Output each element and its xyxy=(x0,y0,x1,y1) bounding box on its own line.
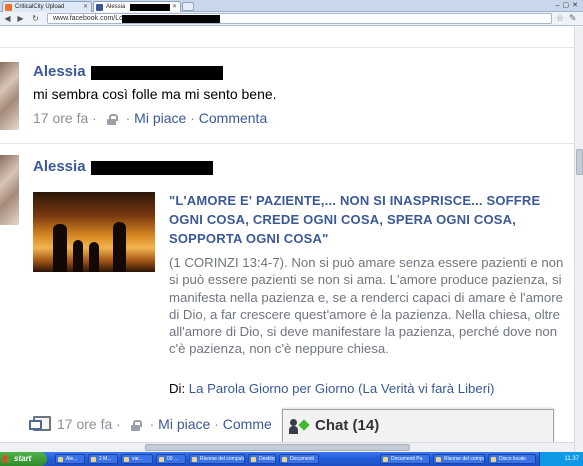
facebook-favicon-icon xyxy=(96,4,103,11)
start-button[interactable]: start xyxy=(0,452,47,466)
clock[interactable]: 11.37 xyxy=(564,456,579,462)
attachment-source: Di: La Parola Giorno per Giorno (La Veri… xyxy=(169,381,494,396)
taskbar-item[interactable]: Ale... xyxy=(55,454,85,464)
meta-separator: · xyxy=(112,416,125,432)
address-bar[interactable]: www.facebook.com/LoS xyxy=(47,13,552,24)
taskbar-item[interactable]: Documenti Pa xyxy=(380,454,430,464)
start-label: start xyxy=(14,454,32,463)
new-tab-button[interactable] xyxy=(182,2,194,11)
divider xyxy=(0,143,574,144)
redaction-bar xyxy=(91,161,213,175)
post-time[interactable]: 17 ore fa xyxy=(33,110,88,126)
reload-icon[interactable]: ↻ xyxy=(30,13,41,24)
vertical-scrollbar[interactable] xyxy=(574,27,583,452)
tab-criticalcity[interactable]: CriticalCity Upload ✕ xyxy=(2,1,92,12)
chat-status-icon xyxy=(289,419,310,435)
shared-link-icon xyxy=(29,416,51,431)
silhouette xyxy=(73,240,83,272)
silhouette xyxy=(89,242,99,272)
chat-label[interactable]: Chat (14) xyxy=(315,417,379,434)
taskbar-item[interactable]: 2 M... xyxy=(88,454,118,464)
meta-separator: · xyxy=(186,110,199,126)
like-link[interactable]: Mi piace xyxy=(158,416,210,432)
post-time[interactable]: 17 ore fa xyxy=(57,416,112,432)
taskbar-item[interactable]: Desktop xyxy=(248,454,276,464)
taskbar-item[interactable]: Risorse del computer xyxy=(433,454,485,464)
chat-title: Chat xyxy=(315,417,349,434)
post-author[interactable]: Alessia xyxy=(33,158,86,175)
silhouette xyxy=(113,222,126,272)
window-controls[interactable]: –▢✕ xyxy=(556,0,581,11)
taskbar-item[interactable]: Disco locale xyxy=(488,454,536,464)
tab-title: CriticalCity Upload xyxy=(15,4,65,10)
horizontal-scrollbar[interactable] xyxy=(0,442,574,452)
browser-tab-strip: CriticalCity Upload ✕ Alessia ✕ –▢✕ xyxy=(0,0,583,12)
criticalcity-favicon-icon xyxy=(5,4,12,11)
windows-flag-icon xyxy=(3,455,11,463)
attachment-body: (1 CORINZI 13:4-7). Non si può amare sen… xyxy=(169,255,564,357)
taskbar-item[interactable]: Documenti xyxy=(279,454,319,464)
redaction-bar xyxy=(122,15,220,23)
close-tab-icon[interactable]: ✕ xyxy=(172,2,177,12)
comment-link[interactable]: Commenta xyxy=(199,110,267,126)
like-link[interactable]: Mi piace xyxy=(134,110,186,126)
redaction-bar xyxy=(130,4,170,11)
comment-link[interactable]: Comme xyxy=(223,416,272,432)
close-tab-icon[interactable]: ✕ xyxy=(83,2,88,12)
system-tray: 11.37 xyxy=(539,452,583,466)
address-text: www.facebook.com/LoS xyxy=(53,15,128,22)
taskbar-item[interactable]: 00 ... xyxy=(156,454,186,464)
post-meta: 17 ore fa · · Mi piace · Comme xyxy=(29,414,272,432)
meta-separator: · xyxy=(88,110,101,126)
meta-separator: · xyxy=(121,110,135,126)
attachment-title[interactable]: "L'AMORE E' PAZIENTE,... NON SI INASPRIS… xyxy=(169,191,549,248)
post-meta: 17 ore fa · · Mi piace · Commenta xyxy=(33,110,267,126)
wrench-menu-icon[interactable]: ✎ xyxy=(569,13,577,24)
meta-separator: · xyxy=(210,416,223,432)
avatar[interactable] xyxy=(0,62,19,130)
lock-icon xyxy=(106,114,118,125)
avatar[interactable] xyxy=(0,155,19,225)
bookmark-star-icon[interactable]: ☆ xyxy=(556,13,564,24)
browser-toolbar: ◀ ▶ ↻ www.facebook.com/LoS ☆ ✎ xyxy=(0,12,583,26)
post-text: mi sembra così folle ma mi sento bene. xyxy=(33,86,277,102)
chat-online-count: (14) xyxy=(352,417,380,434)
taskbar-item[interactable]: var... xyxy=(121,454,153,464)
back-icon[interactable]: ◀ xyxy=(2,13,13,24)
attachment-photo[interactable] xyxy=(33,192,155,272)
vertical-scroll-thumb[interactable] xyxy=(576,149,583,175)
source-link[interactable]: La Parola Giorno per Giorno (La Verità v… xyxy=(189,381,495,396)
windows-taskbar: start Ale... 2 M... var... 00 ... Risors… xyxy=(0,452,583,466)
lock-icon xyxy=(130,420,142,431)
meta-separator: · xyxy=(145,416,159,432)
tab-alessia[interactable]: Alessia ✕ xyxy=(93,1,181,12)
horizontal-scroll-thumb[interactable] xyxy=(145,444,410,451)
source-prefix: Di: xyxy=(169,381,189,396)
silhouette xyxy=(53,224,67,272)
taskbar-item[interactable]: Risorse del computer xyxy=(189,454,245,464)
forward-icon[interactable]: ▶ xyxy=(15,13,26,24)
tab-title: Alessia xyxy=(106,4,126,10)
divider xyxy=(0,47,574,48)
facebook-feed: Alessia mi sembra così folle ma mi sento… xyxy=(0,27,574,452)
chat-bar[interactable]: Chat (14) xyxy=(282,409,554,442)
redaction-bar xyxy=(91,66,223,80)
post-author[interactable]: Alessia xyxy=(33,63,86,80)
